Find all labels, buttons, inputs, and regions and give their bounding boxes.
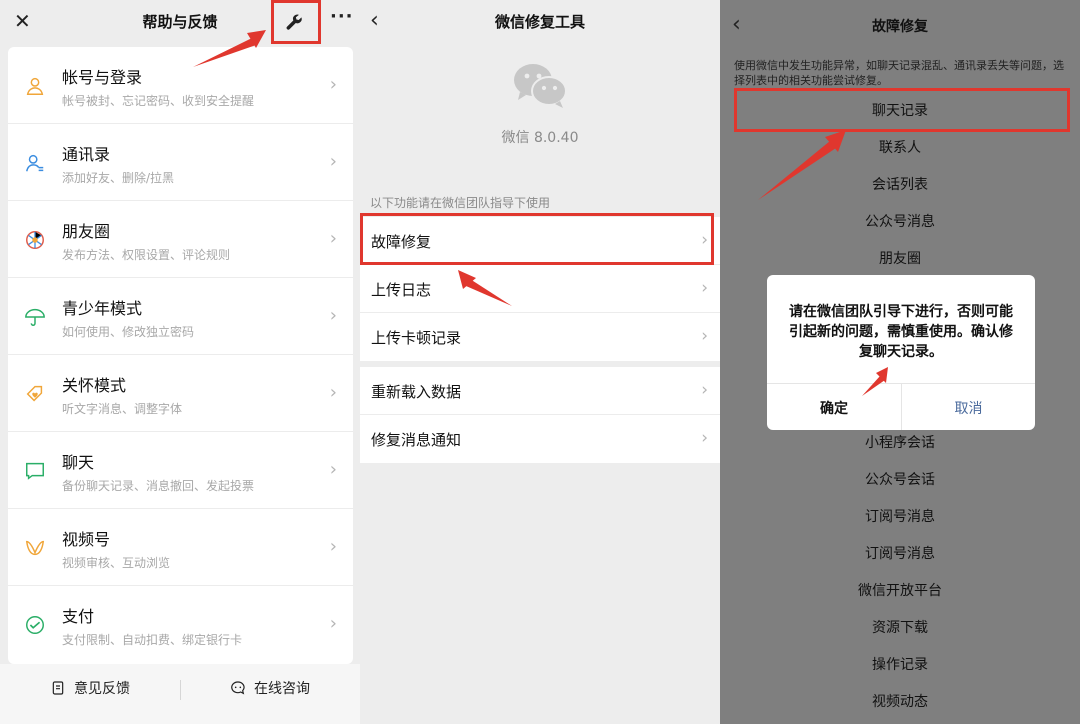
- row-label: 上传日志: [371, 281, 432, 299]
- option-official-account-chats[interactable]: 公众号会话: [720, 469, 1080, 489]
- chevron-right-icon: ›: [701, 278, 708, 298]
- row-upload-log[interactable]: 上传日志 ›: [360, 265, 720, 313]
- feedback-label: 意见反馈: [74, 681, 130, 697]
- highlight-box-chat-history: [734, 88, 1070, 132]
- app-version: 微信 8.0.40: [501, 130, 579, 146]
- divider: [180, 680, 181, 700]
- dialog-message: 请在微信团队引导下进行，否则可能引起新的问题，需慎重使用。确认修复聊天记录。: [789, 304, 1013, 360]
- option-video-feed[interactable]: 视频动态: [720, 691, 1080, 711]
- option-operation-records[interactable]: 操作记录: [720, 654, 1080, 674]
- chevron-right-icon: ›: [329, 228, 337, 249]
- help-item-subtitle: 帐号被封、忘记密码、收到安全提醒: [62, 94, 255, 108]
- help-item-account[interactable]: 帐号与登录 帐号被封、忘记密码、收到安全提醒 ›: [8, 47, 353, 124]
- chevron-right-icon: ›: [701, 326, 708, 346]
- chat-icon: [26, 462, 44, 480]
- page-title: 微信修复工具: [494, 13, 585, 31]
- moments-icon: [26, 231, 44, 249]
- option-official-account-messages[interactable]: 公众号消息: [720, 211, 1080, 231]
- chevron-right-icon: ›: [701, 380, 708, 400]
- repair-description: 使用微信中发生功能异常，如聊天记录混乱、通讯录丢失等问题，选择列表中的相关功能尝…: [734, 59, 1064, 87]
- row-upload-lag-record[interactable]: 上传卡顿记录 ›: [360, 313, 720, 361]
- contacts-icon: [26, 154, 44, 172]
- repair-tool-screen: ‹ 微信修复工具 微信 8.0.40 以下功能请在微信团队指导下使用 故障修复 …: [360, 0, 720, 724]
- row-reload-data[interactable]: 重新载入数据 ›: [360, 367, 720, 415]
- document-icon: [52, 681, 64, 695]
- feedback-button[interactable]: 意见反馈: [50, 678, 130, 698]
- help-item-subtitle: 发布方法、权限设置、评论规则: [62, 248, 231, 262]
- help-item-subtitle: 备份聊天记录、消息撤回、发起投票: [62, 479, 255, 493]
- chevron-right-icon: ›: [329, 74, 337, 95]
- help-item-subtitle: 添加好友、删除/拉黑: [62, 171, 175, 185]
- help-item-care-mode[interactable]: 关怀模式 听文字消息、调整字体 ›: [8, 355, 353, 432]
- help-item-title: 聊天: [62, 453, 95, 472]
- help-item-subtitle: 听文字消息、调整字体: [62, 402, 183, 416]
- umbrella-icon: [25, 308, 45, 326]
- help-item-channels[interactable]: 视频号 视频审核、互动浏览 ›: [8, 509, 353, 586]
- pay-icon: [26, 616, 44, 634]
- help-item-title: 支付: [62, 607, 95, 626]
- confirm-dialog: 请在微信团队引导下进行，否则可能引起新的问题，需慎重使用。确认修复聊天记录。 确…: [767, 275, 1035, 430]
- option-subscription-messages[interactable]: 订阅号消息: [720, 506, 1080, 526]
- heart-tag-icon: [26, 385, 43, 402]
- option-mini-program-chats[interactable]: 小程序会话: [720, 432, 1080, 452]
- chevron-right-icon: ›: [329, 151, 337, 172]
- row-label: 重新载入数据: [371, 383, 462, 401]
- chat-bubble-icon: [231, 681, 245, 695]
- page-title: 故障修复: [872, 19, 928, 35]
- option-open-platform[interactable]: 微信开放平台: [720, 580, 1080, 600]
- highlight-box-wrench: [271, 0, 321, 44]
- wechat-logo-icon: [514, 64, 567, 108]
- more-icon[interactable]: ···: [330, 6, 354, 27]
- person-icon: [26, 77, 44, 95]
- help-item-contacts[interactable]: 通讯录 添加好友、删除/拉黑 ›: [8, 124, 353, 201]
- option-chat-list[interactable]: 会话列表: [720, 174, 1080, 194]
- chevron-right-icon: ›: [329, 536, 337, 557]
- highlight-box-fault-repair: [360, 213, 714, 265]
- help-item-title: 关怀模式: [62, 376, 127, 395]
- bottom-action-bar: 意见反馈 在线咨询: [0, 664, 360, 724]
- chevron-right-icon: ›: [329, 613, 337, 634]
- repair-group-2: 重新载入数据 › 修复消息通知 ›: [360, 367, 720, 463]
- help-item-subtitle: 如何使用、修改独立密码: [62, 325, 195, 339]
- row-fix-notifications[interactable]: 修复消息通知 ›: [360, 415, 720, 463]
- option-resource-download[interactable]: 资源下载: [720, 617, 1080, 637]
- online-consult-button[interactable]: 在线咨询: [230, 678, 310, 698]
- row-label: 修复消息通知: [371, 431, 462, 449]
- help-item-title: 帐号与登录: [62, 68, 143, 87]
- channels-icon: [25, 540, 45, 556]
- section-hint: 以下功能请在微信团队指导下使用: [370, 196, 551, 210]
- option-subscription-messages-2[interactable]: 订阅号消息: [720, 543, 1080, 563]
- help-item-subtitle: 支付限制、自动扣费、绑定银行卡: [62, 633, 243, 647]
- cancel-button[interactable]: 取消: [902, 398, 1035, 418]
- help-item-teen-mode[interactable]: 青少年模式 如何使用、修改独立密码 ›: [8, 278, 353, 355]
- option-moments[interactable]: 朋友圈: [720, 248, 1080, 268]
- help-item-subtitle: 视频审核、互动浏览: [62, 556, 171, 570]
- help-item-pay[interactable]: 支付 支付限制、自动扣费、绑定银行卡 ›: [8, 586, 353, 663]
- help-item-moments[interactable]: 朋友圈 发布方法、权限设置、评论规则 ›: [8, 201, 353, 278]
- chevron-right-icon: ›: [701, 428, 708, 448]
- option-contacts[interactable]: 联系人: [720, 137, 1080, 157]
- row-label: 上传卡顿记录: [371, 329, 462, 347]
- chevron-right-icon: ›: [329, 382, 337, 403]
- help-feedback-screen: ✕ 帮助与反馈 ··· 帐号与登录 帐号被封、忘记密码、收到安全提醒 › 通讯录…: [0, 0, 360, 724]
- help-item-title: 视频号: [62, 530, 111, 549]
- help-topics-card: 帐号与登录 帐号被封、忘记密码、收到安全提醒 › 通讯录 添加好友、删除/拉黑 …: [8, 47, 353, 664]
- help-item-title: 通讯录: [62, 145, 111, 164]
- help-item-title: 朋友圈: [62, 222, 111, 241]
- help-item-chat[interactable]: 聊天 备份聊天记录、消息撤回、发起投票 ›: [8, 432, 353, 509]
- chevron-right-icon: ›: [329, 459, 337, 480]
- chevron-right-icon: ›: [329, 305, 337, 326]
- help-item-title: 青少年模式: [62, 299, 143, 318]
- online-consult-label: 在线咨询: [254, 681, 310, 697]
- confirm-button[interactable]: 确定: [767, 398, 901, 418]
